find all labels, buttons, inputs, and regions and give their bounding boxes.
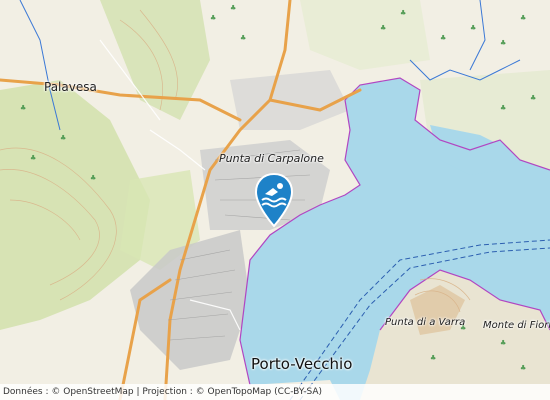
map-view[interactable]: ♣ ♣ ♣ ♣ ♣ ♣ ♣ ♣ ♣ ♣ ♣ ♣ ♣ ♣ ♣ ♣ ♣ ♣ ♣ Palavesa Punta d… [0,0,550,400]
place-label-palavesa: Palavesa [44,80,97,94]
map-attribution: Données : © OpenStreetMap | Projection :… [0,384,550,400]
svg-text:♣: ♣ [60,134,66,142]
svg-text:♣: ♣ [500,104,506,112]
svg-text:♣: ♣ [30,154,36,162]
svg-text:♣: ♣ [520,364,526,372]
svg-text:♣: ♣ [240,34,246,42]
svg-text:♣: ♣ [210,14,216,22]
attribution-separator: | Projection : © [136,387,205,397]
attribution-prefix: Données : © [3,387,61,397]
place-label-punta-carpalone: Punta di Carpalone [219,152,324,165]
attribution-license: (CC-BY-SA) [274,387,323,397]
svg-text:♣: ♣ [400,9,406,17]
svg-text:♣: ♣ [530,94,536,102]
svg-text:♣: ♣ [520,14,526,22]
place-label-monte-fiori: Monte di Fiori [483,320,550,331]
svg-text:♣: ♣ [20,104,26,112]
svg-text:♣: ♣ [90,174,96,182]
svg-text:♣: ♣ [430,354,436,362]
swimmer-pin-icon[interactable] [253,172,295,230]
svg-text:♣: ♣ [500,39,506,47]
svg-text:♣: ♣ [380,24,386,32]
svg-text:♣: ♣ [470,24,476,32]
svg-text:♣: ♣ [440,34,446,42]
place-label-punta-varra: Punta di a Varra [385,317,466,328]
osm-link[interactable]: OpenStreetMap [63,387,133,397]
svg-text:♣: ♣ [230,4,236,12]
place-label-porto-vecchio: Porto-Vecchio [251,355,353,373]
svg-text:♣: ♣ [500,339,506,347]
otm-link[interactable]: OpenTopoMap [208,387,272,397]
